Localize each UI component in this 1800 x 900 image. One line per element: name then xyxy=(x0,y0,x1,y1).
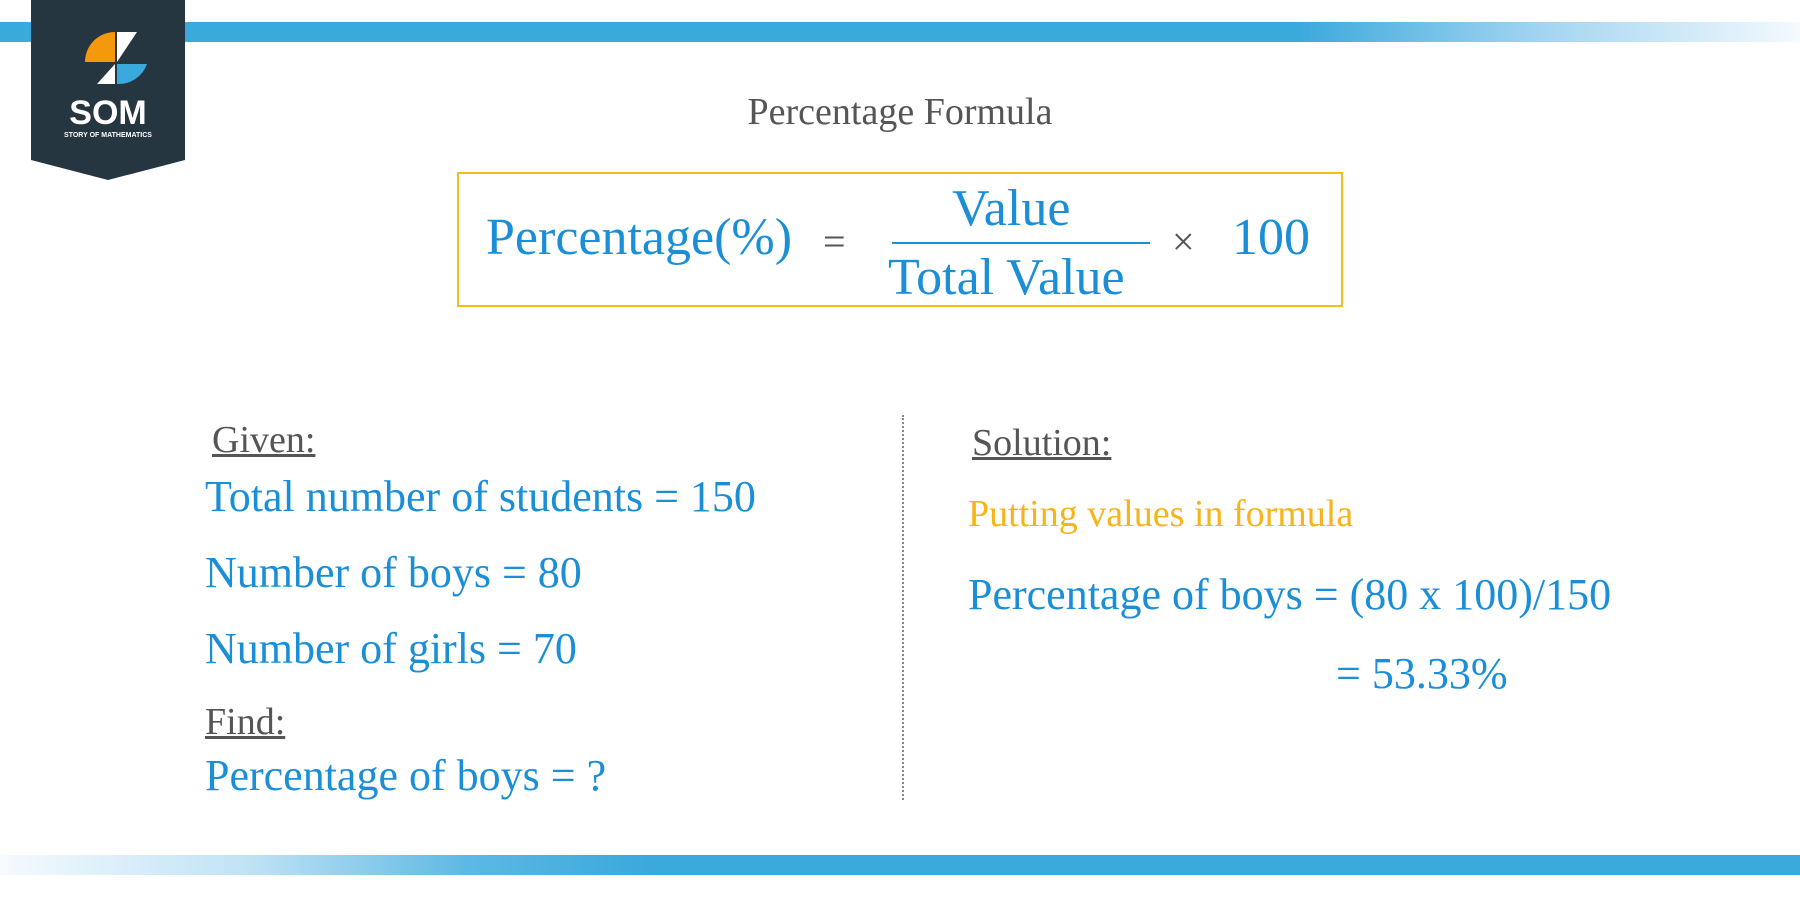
formula-multiplier: 100 xyxy=(1232,209,1310,266)
formula-lhs: Percentage(%) xyxy=(486,209,793,266)
bottom-decorative-bar xyxy=(0,855,1800,875)
solution-step-1: Percentage of boys = (80 x 100)/150 xyxy=(968,570,1612,619)
top-decorative-bar xyxy=(0,22,1800,42)
given-line-girls: Number of girls = 70 xyxy=(205,624,577,673)
fraction-bar xyxy=(892,242,1150,244)
formula-numerator: Value xyxy=(952,180,1071,237)
given-line-total-students: Total number of students = 150 xyxy=(205,472,756,521)
solution-note: Putting values in formula xyxy=(968,493,1354,535)
given-line-boys: Number of boys = 80 xyxy=(205,548,582,597)
formula-times: × xyxy=(1172,219,1195,264)
find-line: Percentage of boys = ? xyxy=(205,751,607,800)
find-heading: Find: xyxy=(205,701,286,743)
solution-heading: Solution: xyxy=(972,422,1112,464)
page-title: Percentage Formula xyxy=(747,91,1053,133)
formula-denominator: Total Value xyxy=(888,249,1125,306)
column-divider xyxy=(902,415,904,800)
formula-equals: = xyxy=(823,219,846,264)
given-heading: Given: xyxy=(212,419,316,461)
solution-step-2: = 53.33% xyxy=(1336,649,1508,698)
